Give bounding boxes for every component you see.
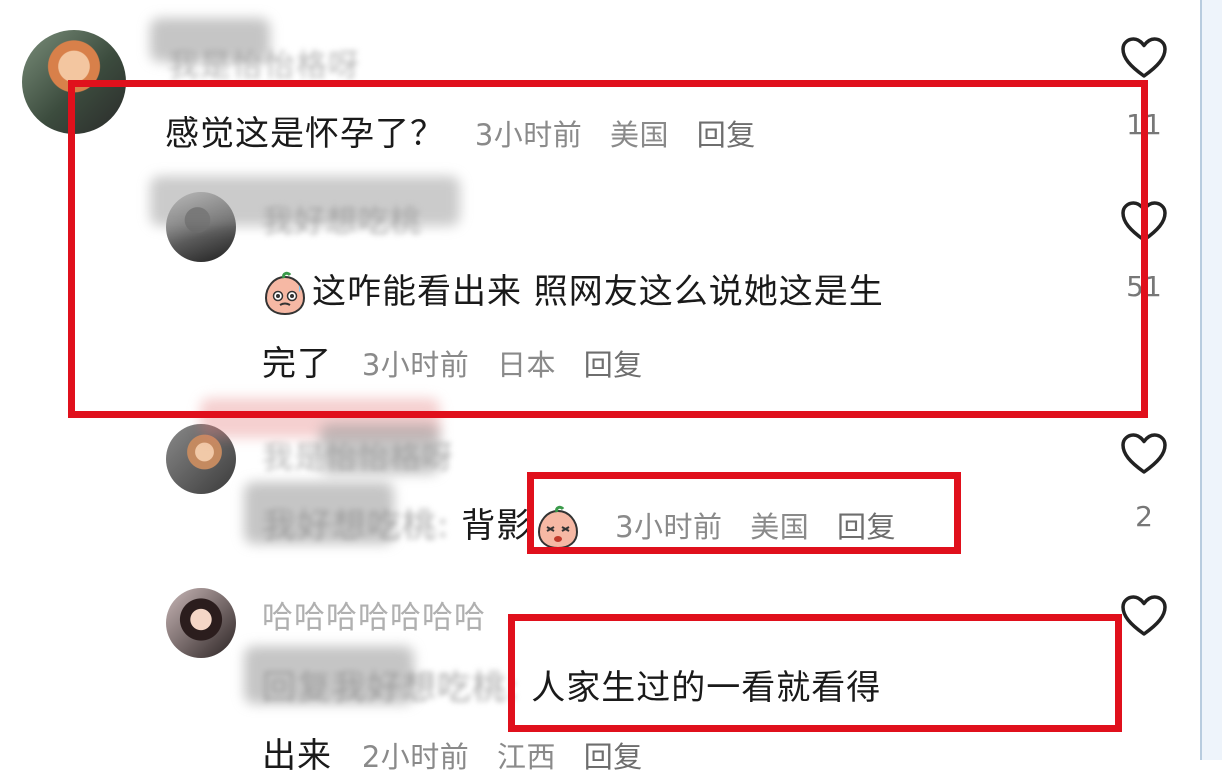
privacy-blur bbox=[320, 424, 440, 474]
heart-outline-icon[interactable] bbox=[1120, 432, 1168, 476]
right-panel-edge bbox=[1200, 0, 1222, 760]
comment-meta: 2小时前 江西 回复 bbox=[362, 740, 643, 774]
like-count: 2 bbox=[1135, 500, 1153, 533]
heart-outline-icon[interactable] bbox=[1120, 36, 1168, 80]
comment-location: 江西 bbox=[496, 740, 556, 774]
comment-text-cont: 出来 bbox=[262, 736, 332, 776]
privacy-blur bbox=[244, 482, 394, 544]
privacy-blur bbox=[150, 18, 270, 62]
privacy-blur bbox=[244, 646, 414, 704]
highlight-box bbox=[508, 614, 1122, 732]
avatar[interactable] bbox=[166, 588, 236, 658]
comment-body-line2: 出来 2小时前 江西 回复 bbox=[262, 728, 643, 777]
highlight-box bbox=[527, 472, 961, 554]
comment-text: 背影 bbox=[461, 506, 532, 546]
highlight-box bbox=[68, 80, 1148, 418]
heart-outline-icon[interactable] bbox=[1120, 594, 1168, 638]
reply-button[interactable]: 回复 bbox=[584, 740, 643, 774]
comment-username[interactable]: 哈哈哈哈哈哈哈 bbox=[262, 592, 486, 637]
comment-time: 2小时前 bbox=[361, 740, 470, 774]
